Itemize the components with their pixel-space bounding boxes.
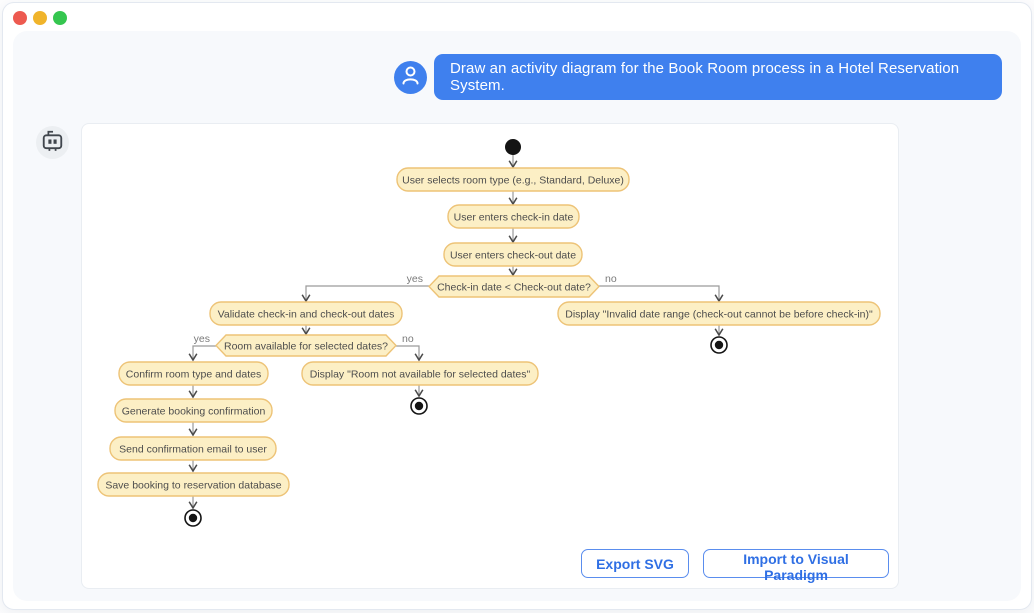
node-label-a7: Display "Room not available for selected… (310, 368, 531, 380)
node-label-a8: Generate booking confirmation (122, 405, 266, 417)
edge-label-yes: yes (194, 333, 210, 345)
end-node-dot (189, 514, 197, 522)
node-label-a6: Confirm room type and dates (126, 368, 261, 380)
chat-panel: Draw an activity diagram for the Book Ro… (13, 31, 1021, 601)
start-node (505, 139, 521, 155)
diagram-edge (193, 346, 216, 360)
diagram-edge (396, 346, 419, 360)
end-node-dot (415, 402, 423, 410)
diagram-canvas: yes no yes no User selects room type (e.g., … (81, 123, 899, 589)
edge-label-no: no (402, 333, 414, 345)
activity-diagram: yes no yes no User selects room type (e.g., … (82, 124, 900, 590)
minimize-window-button[interactable] (33, 11, 47, 25)
edge-label-yes: yes (407, 273, 423, 285)
node-label-a5: Display "Invalid date range (check-out c… (565, 308, 873, 320)
node-label-d2: Room available for selected dates? (224, 340, 388, 352)
node-label-d1: Check-in date < Check-out date? (437, 281, 591, 293)
maximize-window-button[interactable] (53, 11, 67, 25)
user-message-bubble: Draw an activity diagram for the Book Ro… (434, 54, 1002, 100)
traffic-lights (13, 11, 67, 25)
edge-label-no: no (605, 273, 617, 285)
import-to-visual-paradigm-button[interactable]: Import to Visual Paradigm (703, 549, 889, 578)
node-label-a4: Validate check-in and check-out dates (218, 308, 395, 320)
user-message-text: Draw an activity diagram for the Book Ro… (450, 60, 986, 94)
node-label-a3: User enters check-out date (450, 249, 576, 261)
bot-avatar (36, 126, 69, 159)
node-label-a9: Send confirmation email to user (119, 443, 267, 455)
person-icon (394, 59, 427, 97)
close-window-button[interactable] (13, 11, 27, 25)
window-titlebar (3, 3, 1031, 31)
robot-icon (36, 124, 69, 162)
diagram-edge (306, 286, 429, 301)
app-window: Draw an activity diagram for the Book Ro… (2, 2, 1032, 610)
node-label-a10: Save booking to reservation database (105, 479, 281, 491)
user-avatar (394, 61, 427, 94)
diagram-edge (599, 286, 719, 301)
node-label-a1: User selects room type (e.g., Standard, … (402, 174, 624, 186)
export-svg-button[interactable]: Export SVG (581, 549, 689, 578)
end-node-dot (715, 341, 723, 349)
node-label-a2: User enters check-in date (454, 211, 574, 223)
